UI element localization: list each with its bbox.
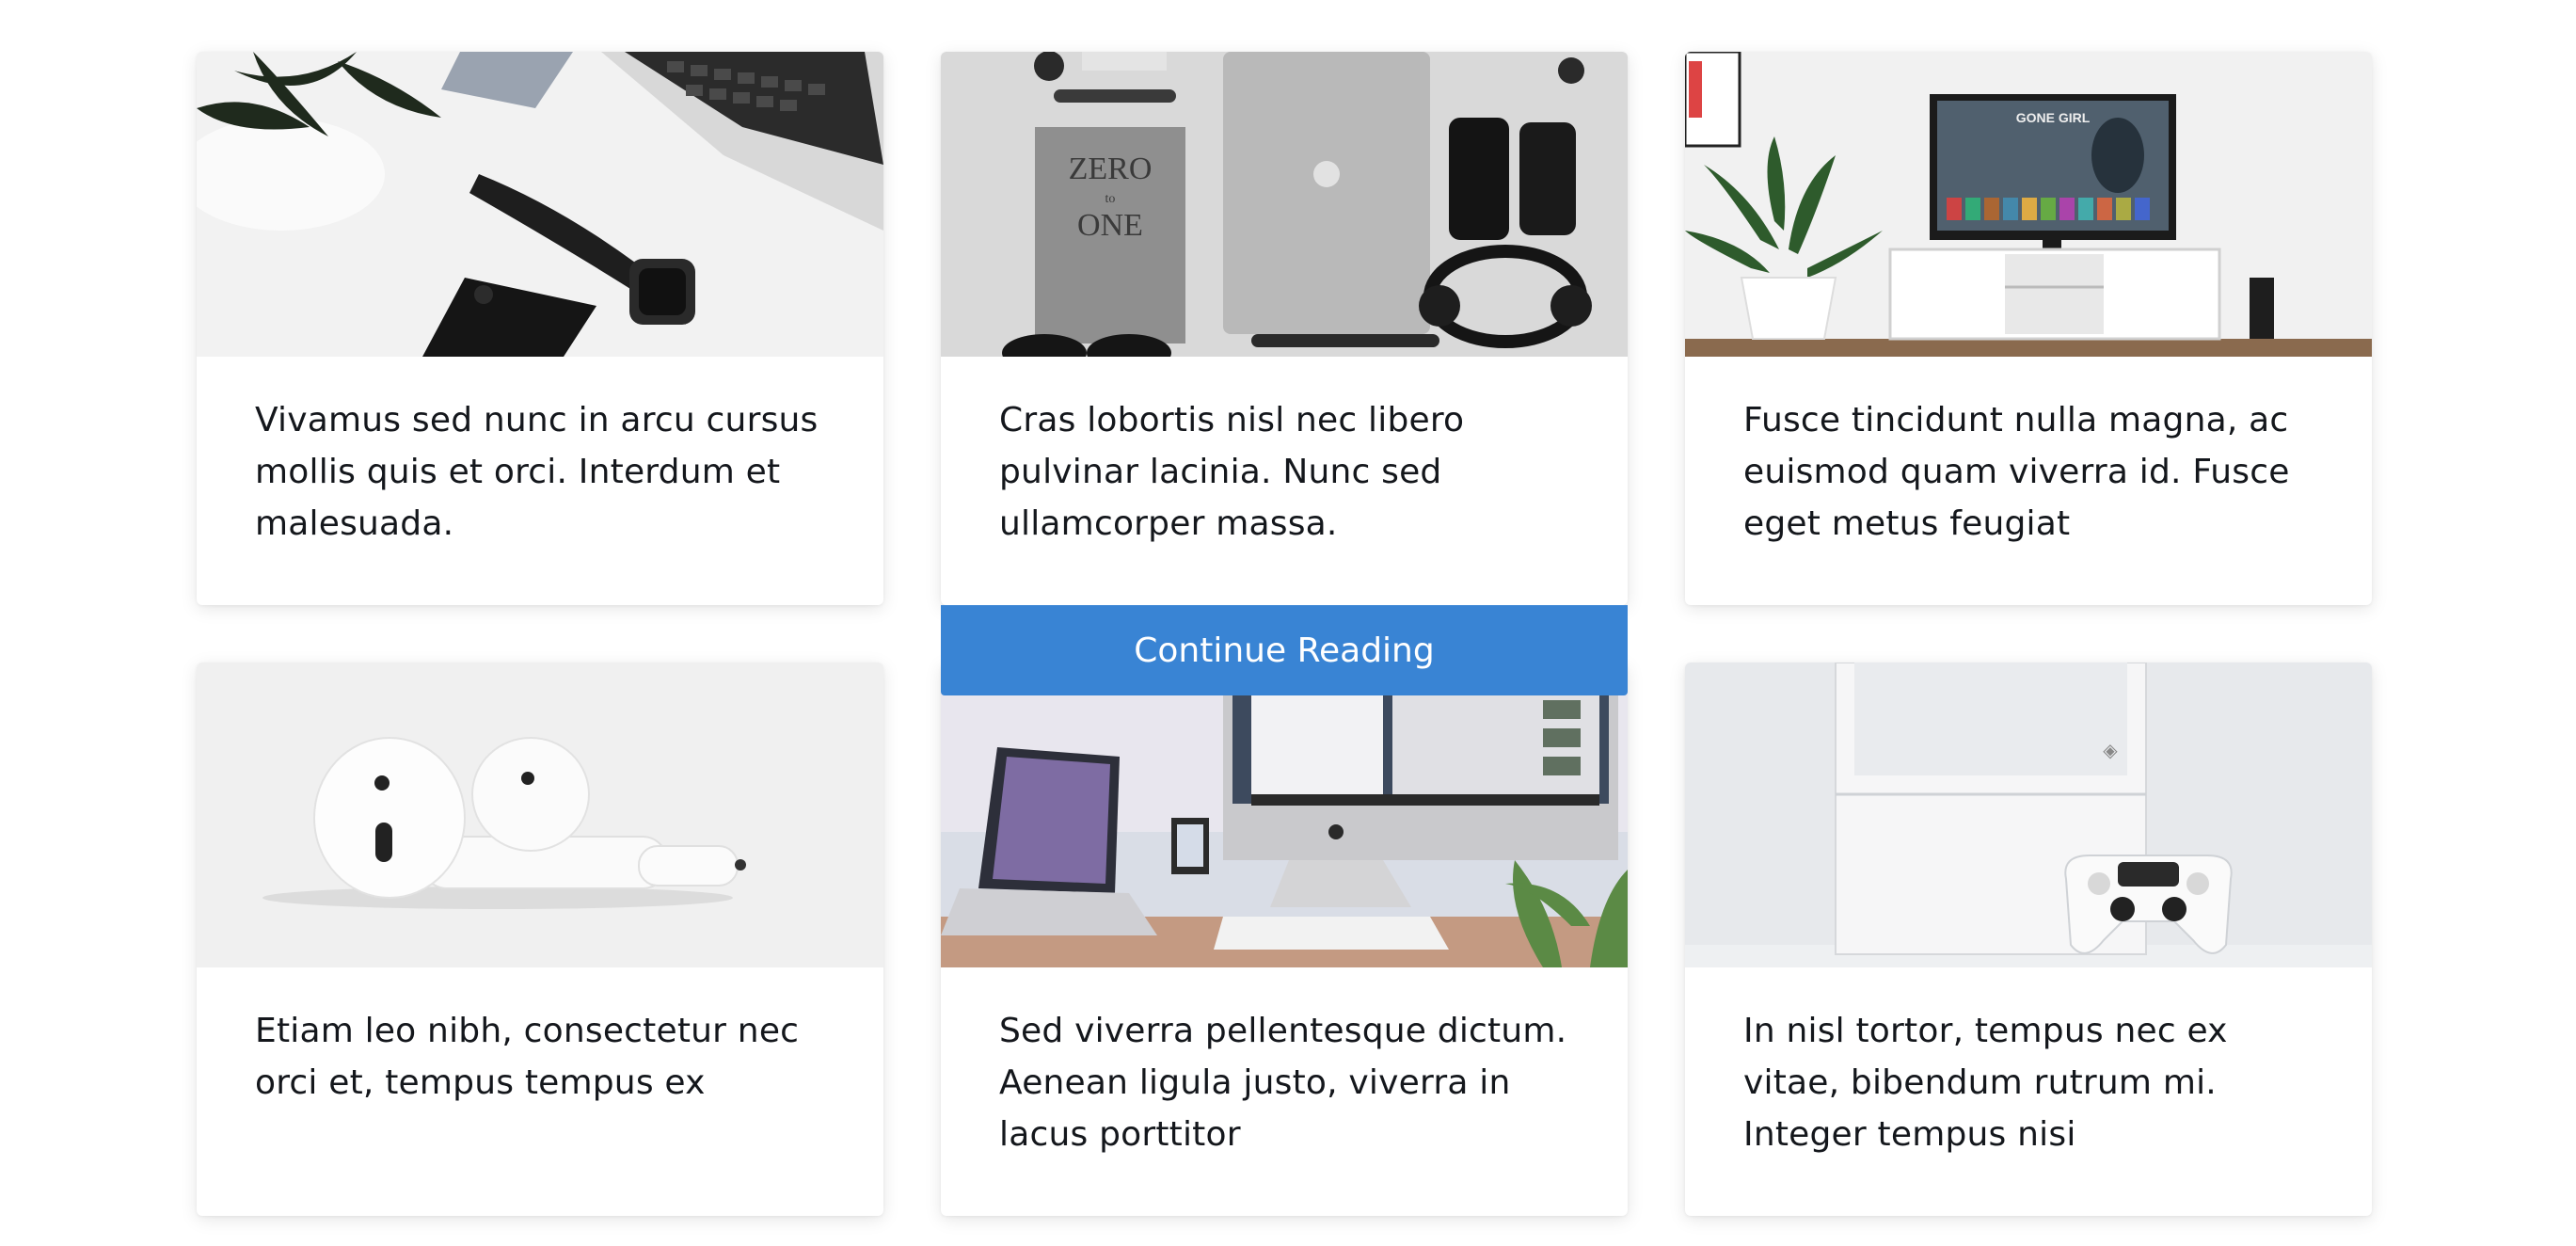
article-thumbnail[interactable]: [197, 663, 883, 967]
article-thumbnail[interactable]: [941, 663, 1628, 967]
article-card[interactable]: Sed viverra pellentesque dictum. Aenean …: [941, 663, 1628, 1216]
laptop-watch-phone-image: [197, 52, 883, 357]
article-card[interactable]: Vivamus sed nunc in arcu cursus mollis q…: [197, 52, 883, 605]
book-cover-line: to: [1105, 192, 1116, 206]
article-title[interactable]: Fusce tincidunt nulla magna, ac euismod …: [1743, 394, 2314, 550]
article-card[interactable]: Etiam leo nibh, consectetur nec orci et,…: [197, 663, 883, 1216]
article-title[interactable]: Etiam leo nibh, consectetur nec orci et,…: [255, 1005, 825, 1109]
tv-stand-plant-image: GONE GIRL: [1685, 52, 2372, 357]
article-body: Sed viverra pellentesque dictum. Aenean …: [941, 967, 1628, 1216]
article-title[interactable]: Vivamus sed nunc in arcu cursus mollis q…: [255, 394, 825, 550]
tv-screen-title: GONE GIRL: [2016, 110, 2091, 125]
game-console-image: ◈: [1685, 663, 2372, 967]
airpods-image: [197, 663, 883, 967]
article-grid: Vivamus sed nunc in arcu cursus mollis q…: [0, 0, 2576, 1246]
article-thumbnail[interactable]: GONE GIRL: [1685, 52, 2372, 357]
svg-text:◈: ◈: [2103, 741, 2118, 761]
imac-laptop-desk-image: [941, 663, 1628, 967]
book-cover-line: ONE: [1077, 208, 1143, 243]
book-cover-line: ZERO: [1069, 152, 1153, 186]
article-title[interactable]: In nisl tortor, tempus nec ex vitae, bib…: [1743, 1005, 2314, 1160]
article-body: Vivamus sed nunc in arcu cursus mollis q…: [197, 357, 883, 605]
continue-reading-button[interactable]: Continue Reading: [941, 605, 1628, 695]
article-card[interactable]: ◈ In nisl tortor, tempus nec ex vitae, b…: [1685, 663, 2372, 1216]
article-body: Fusce tincidunt nulla magna, ac euismod …: [1685, 357, 2372, 605]
article-card[interactable]: ZERO to ONE Cras lobortis nisl nec liber…: [941, 52, 1628, 605]
article-thumbnail[interactable]: ◈: [1685, 663, 2372, 967]
article-body: Cras lobortis nisl nec libero pulvinar l…: [941, 357, 1628, 605]
article-body: In nisl tortor, tempus nec ex vitae, bib…: [1685, 967, 2372, 1216]
article-thumbnail[interactable]: [197, 52, 883, 357]
article-body: Etiam leo nibh, consectetur nec orci et,…: [197, 967, 883, 1216]
article-title[interactable]: Sed viverra pellentesque dictum. Aenean …: [999, 1005, 1569, 1160]
article-title[interactable]: Cras lobortis nisl nec libero pulvinar l…: [999, 394, 1569, 550]
article-card[interactable]: GONE GIRL Fusce tincidunt nulla magna, a…: [1685, 52, 2372, 605]
article-thumbnail[interactable]: ZERO to ONE: [941, 52, 1628, 357]
book-laptop-headphones-image: ZERO to ONE: [941, 52, 1628, 357]
